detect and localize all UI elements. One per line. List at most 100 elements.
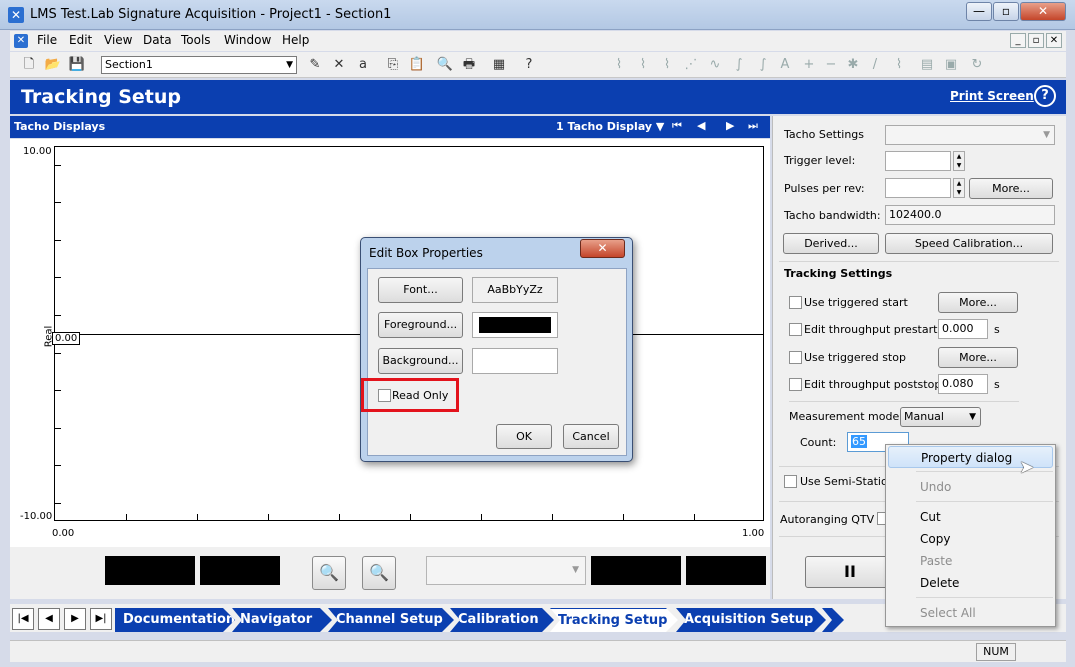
menu-view[interactable]: View [104, 33, 132, 47]
measurement-mode-select[interactable]: Manual ▼ [900, 407, 981, 427]
scatter-icon[interactable]: ⋰ [682, 56, 700, 74]
step-calibration[interactable]: Calibration [450, 608, 554, 632]
window-list-icon[interactable]: ▦ [490, 56, 508, 74]
ok-button[interactable]: OK [496, 424, 552, 449]
ctx-cut[interactable]: Cut [888, 506, 1053, 528]
last-step-icon[interactable]: ▶| [90, 608, 112, 630]
fft-icon[interactable]: ⌇ [610, 56, 628, 74]
maximize-button[interactable]: ▫ [993, 2, 1019, 21]
ctx-undo[interactable]: Undo [888, 476, 1053, 498]
mdi-restore-button[interactable]: ▫ [1028, 33, 1044, 48]
save-icon[interactable]: 💾 [68, 56, 86, 74]
last-display-icon[interactable]: ⏭ [748, 119, 758, 133]
display-count-label: 1 Tacho Display [556, 120, 653, 133]
pause-button[interactable]: II [805, 556, 895, 588]
close-button[interactable]: ✕ [1020, 2, 1066, 21]
use-triggered-start-checkbox[interactable] [789, 296, 802, 309]
new-file-icon[interactable]: 🗋 [20, 56, 38, 74]
previous-step-icon[interactable]: ◀ [38, 608, 60, 630]
triggered-start-more-button[interactable]: More... [938, 292, 1018, 313]
derived-button[interactable]: Derived... [783, 233, 879, 254]
help-icon[interactable]: ? [1034, 85, 1056, 107]
open-folder-icon[interactable]: 📂 [44, 56, 62, 74]
menu-file[interactable]: File [37, 33, 57, 47]
filter-icon[interactable]: ⌇ [658, 56, 676, 74]
step-tracking-setup[interactable]: Tracking Setup [550, 608, 678, 632]
tacho-settings-select[interactable]: ▼ [885, 125, 1055, 145]
mdi-minimize-button[interactable]: _ [1010, 33, 1026, 48]
first-step-icon[interactable]: |◀ [12, 608, 34, 630]
use-triggered-stop-checkbox[interactable] [789, 351, 802, 364]
background-button[interactable]: Background... [378, 348, 463, 374]
integral-icon[interactable]: ∫ [754, 56, 772, 74]
store-icon[interactable]: ▣ [942, 56, 960, 74]
speed-calibration-button[interactable]: Speed Calibration... [885, 233, 1053, 254]
trigger-level-spinner[interactable]: ▲ ▼ [953, 151, 965, 171]
font-button[interactable]: Font... [378, 277, 463, 303]
srr-icon[interactable]: ⌇ [890, 56, 908, 74]
print-preview-icon[interactable]: 🔍 [436, 56, 454, 74]
refresh-icon[interactable]: ↻ [968, 56, 986, 74]
cancel-button[interactable]: Cancel [563, 424, 619, 449]
display-count-selector[interactable]: 1 Tacho Display ▼ [556, 120, 664, 133]
divide-icon[interactable]: / [866, 56, 884, 74]
step-navigator[interactable]: Navigator [232, 608, 332, 632]
plus-icon[interactable]: + [800, 56, 818, 74]
menu-data[interactable]: Data [143, 33, 172, 47]
help-cursor-icon[interactable]: ? [520, 56, 538, 74]
poststop-input[interactable]: 0.080 [938, 374, 988, 394]
minimize-button[interactable]: — [966, 2, 992, 21]
edit-prestart-checkbox[interactable] [789, 323, 802, 336]
menu-tools[interactable]: Tools [181, 33, 211, 47]
list-icon[interactable]: ▤ [918, 56, 936, 74]
section-select[interactable]: Section1 ▼ [101, 56, 297, 74]
zoom-in-button[interactable]: 🔍 [362, 556, 396, 590]
cursor-value-box[interactable]: 0.00 [52, 332, 81, 345]
next-display-icon[interactable]: ▶ [726, 119, 734, 132]
derivative-icon[interactable]: ∫ [730, 56, 748, 74]
copy-icon[interactable]: ⎘ [384, 56, 402, 74]
menu-edit[interactable]: Edit [69, 33, 92, 47]
semi-stationary-checkbox[interactable] [784, 475, 797, 488]
ctx-paste[interactable]: Paste [888, 550, 1053, 572]
tacho-more-button[interactable]: More... [969, 178, 1053, 199]
dialog-close-button[interactable]: ✕ [580, 239, 625, 258]
zoom-out-button[interactable]: 🔍 [312, 556, 346, 590]
pulses-per-rev-spinner[interactable]: ▲ ▼ [953, 178, 965, 198]
y-tick [55, 202, 61, 203]
doc-icon[interactable]: ✕ [14, 34, 28, 48]
print-screen-link[interactable]: Print Screen [950, 89, 1034, 103]
step-documentation[interactable]: Documentation [115, 608, 235, 632]
triggered-stop-more-button[interactable]: More... [938, 347, 1018, 368]
display-combo[interactable]: ▼ [426, 556, 586, 585]
tacho-bandwidth-field[interactable]: 102400.0 [885, 205, 1055, 225]
edit-poststop-checkbox[interactable] [789, 378, 802, 391]
ctx-select-all[interactable]: Select All [888, 602, 1053, 624]
multiply-icon[interactable]: ✱ [844, 56, 862, 74]
fw-icon[interactable]: ⌇ [634, 56, 652, 74]
paste-icon[interactable]: 📋 [408, 56, 426, 74]
ctx-copy[interactable]: Copy [888, 528, 1053, 550]
foreground-button[interactable]: Foreground... [378, 312, 463, 338]
minus-icon[interactable]: − [822, 56, 840, 74]
x-tick [694, 514, 695, 520]
step-acquisition-setup[interactable]: Acquisition Setup [676, 608, 826, 632]
print-icon[interactable]: 🖶 [460, 56, 478, 74]
step-channel-setup[interactable]: Channel Setup [328, 608, 454, 632]
delete-icon[interactable]: ✕ [330, 56, 348, 74]
menu-window[interactable]: Window [224, 33, 271, 47]
trigger-level-input[interactable] [885, 151, 951, 171]
next-step-icon[interactable]: ▶ [64, 608, 86, 630]
ctx-delete[interactable]: Delete [888, 572, 1053, 594]
wave-icon[interactable]: ∿ [706, 56, 724, 74]
first-display-icon[interactable]: ⏮ [672, 119, 682, 133]
new-item-icon[interactable]: ✎ [306, 56, 324, 74]
rename-icon[interactable]: a [354, 56, 372, 74]
menu-help[interactable]: Help [282, 33, 309, 47]
measurement-mode-label: Measurement mode: [789, 410, 903, 423]
pulses-per-rev-input[interactable] [885, 178, 951, 198]
prestart-input[interactable]: 0.000 [938, 319, 988, 339]
previous-display-icon[interactable]: ◀ [697, 119, 705, 132]
mdi-close-button[interactable]: ✕ [1046, 33, 1062, 48]
a-icon[interactable]: A [776, 56, 794, 74]
